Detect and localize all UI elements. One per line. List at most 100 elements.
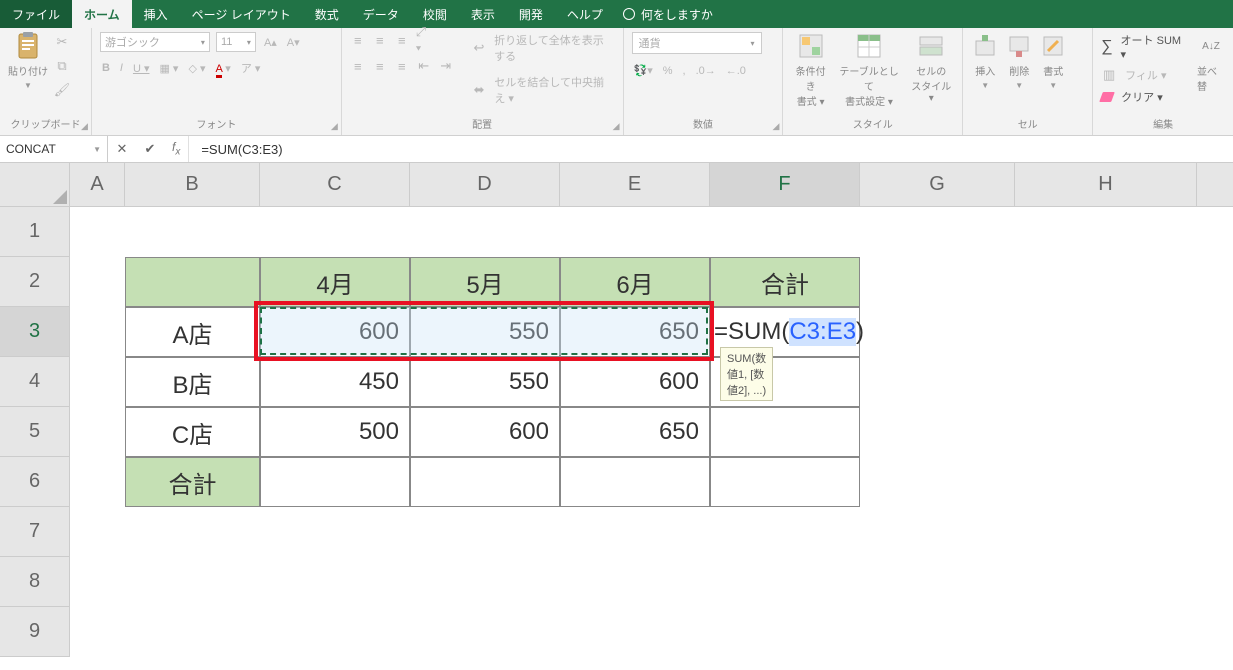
cell[interactable]: 550 [410,357,560,407]
col-header-G[interactable]: G [860,163,1015,207]
number-launcher-icon[interactable]: ◢ [772,121,779,132]
cell[interactable]: 450 [260,357,410,407]
tab-file[interactable]: ファイル [0,0,72,28]
cell[interactable]: 合計 [710,257,860,307]
format-painter-icon[interactable]: 🖌 [54,82,70,98]
cell[interactable]: 500 [260,407,410,457]
font-family-select[interactable]: 游ゴシック▾ [100,32,210,52]
cell[interactable] [410,457,560,507]
cell[interactable]: 合計 [125,457,260,507]
underline-button[interactable]: U ▾ [131,62,152,75]
sort-filter-button[interactable]: A↓Z並べ替 [1197,32,1225,93]
cell[interactable]: B店 [125,357,260,407]
clear-button[interactable]: クリア ▾ [1101,89,1183,105]
cell[interactable]: 4月 [260,257,410,307]
italic-button[interactable]: I [118,62,125,74]
paste-button[interactable]: 貼り付け ▼ [8,32,48,90]
fx-icon[interactable]: fx [164,140,188,157]
indent-dec-icon[interactable]: ⇤ [416,58,432,74]
cancel-formula-icon[interactable]: ✕ [108,141,136,157]
font-launcher-icon[interactable]: ◢ [331,121,338,132]
formula-input[interactable]: =SUM(C3:E3) [189,136,1233,162]
cell-styles-button[interactable]: セルの スタイル ▾ [908,32,954,104]
bold-button[interactable]: B [100,62,112,74]
spreadsheet-grid[interactable]: ABCDEFGHI 123456789 4月5月6月合計A店600550650B… [0,163,1233,670]
merge-center-button[interactable]: ⬌セルを結合して中央揃え ▾ [472,74,615,106]
row-header-9[interactable]: 9 [0,607,70,657]
delete-cells-button[interactable]: 削除▼ [1005,32,1033,90]
cell[interactable]: 650 [560,307,710,357]
name-box[interactable]: CONCAT▼ [0,136,108,162]
row-header-5[interactable]: 5 [0,407,70,457]
cell[interactable]: 6月 [560,257,710,307]
cell[interactable]: 600 [560,357,710,407]
number-format-select[interactable]: 通貨▾ [632,32,762,54]
font-color-button[interactable]: A ▾ [214,62,233,75]
col-header-I[interactable]: I [1197,163,1233,207]
tab-formulas[interactable]: 数式 [303,0,351,28]
cell[interactable] [125,257,260,307]
tab-developer[interactable]: 開発 [507,0,555,28]
decrease-decimal-icon[interactable]: ←.0 [724,65,748,77]
col-header-C[interactable]: C [260,163,410,207]
row-header-1[interactable]: 1 [0,207,70,257]
align-left-icon[interactable]: ≡ [350,58,366,74]
tab-help[interactable]: ヘルプ [555,0,615,28]
cell[interactable] [260,457,410,507]
tab-page-layout[interactable]: ページ レイアウト [180,0,303,28]
cell[interactable]: A店 [125,307,260,357]
cell[interactable]: 5月 [410,257,560,307]
cell[interactable] [560,457,710,507]
cut-icon[interactable]: ✂ [54,34,70,50]
tell-me-search[interactable]: 何をしますか [623,6,713,23]
percent-format-icon[interactable]: % [661,65,675,77]
format-as-table-button[interactable]: テーブルとして 書式設定 ▾ [836,32,902,108]
clipboard-launcher-icon[interactable]: ◢ [81,121,88,132]
borders-button[interactable]: ▦ ▾ [157,62,180,75]
indent-inc-icon[interactable]: ⇥ [438,58,454,74]
tab-insert[interactable]: 挿入 [132,0,180,28]
align-bottom-icon[interactable]: ≡ [394,32,410,48]
col-header-H[interactable]: H [1015,163,1197,207]
format-cells-button[interactable]: 書式▼ [1039,32,1067,90]
tab-view[interactable]: 表示 [459,0,507,28]
increase-decimal-icon[interactable]: .0→ [694,65,718,77]
orientation-icon[interactable]: ⤢ ▾ [416,32,432,48]
font-size-select[interactable]: 11▾ [216,32,256,52]
copy-icon[interactable]: ⧉ [54,58,70,74]
conditional-format-button[interactable]: 条件付き 書式 ▾ [791,32,829,108]
align-middle-icon[interactable]: ≡ [372,32,388,48]
row-header-3[interactable]: 3 [0,307,70,357]
row-header-7[interactable]: 7 [0,507,70,557]
fill-color-button[interactable]: ◇ ▾ [186,62,207,75]
row-header-4[interactable]: 4 [0,357,70,407]
col-header-D[interactable]: D [410,163,560,207]
alignment-launcher-icon[interactable]: ◢ [613,121,620,132]
cell[interactable]: 600 [410,407,560,457]
align-right-icon[interactable]: ≡ [394,58,410,74]
cell[interactable]: 550 [410,307,560,357]
align-top-icon[interactable]: ≡ [350,32,366,48]
select-all-corner[interactable] [0,163,70,207]
tab-home[interactable]: ホーム [72,0,132,28]
confirm-formula-icon[interactable]: ✔ [136,141,164,157]
cell[interactable] [710,457,860,507]
col-header-B[interactable]: B [125,163,260,207]
cell[interactable]: 600 [260,307,410,357]
shrink-font-icon[interactable]: A▾ [285,36,302,49]
col-header-F[interactable]: F [710,163,860,207]
fill-button[interactable]: ▥フィル ▾ [1101,67,1183,83]
grow-font-icon[interactable]: A▴ [262,36,279,49]
row-header-8[interactable]: 8 [0,557,70,607]
autosum-button[interactable]: ∑オート SUM ▾ [1101,32,1183,61]
col-header-E[interactable]: E [560,163,710,207]
cell[interactable]: C店 [125,407,260,457]
phonetic-button[interactable]: ア ▾ [239,60,263,76]
insert-cells-button[interactable]: 挿入▼ [971,32,999,90]
comma-format-icon[interactable]: , [681,65,688,77]
accounting-format-icon[interactable]: 💱▾ [632,64,655,77]
cell[interactable]: 650 [560,407,710,457]
row-header-6[interactable]: 6 [0,457,70,507]
cell[interactable] [710,407,860,457]
col-header-A[interactable]: A [70,163,125,207]
